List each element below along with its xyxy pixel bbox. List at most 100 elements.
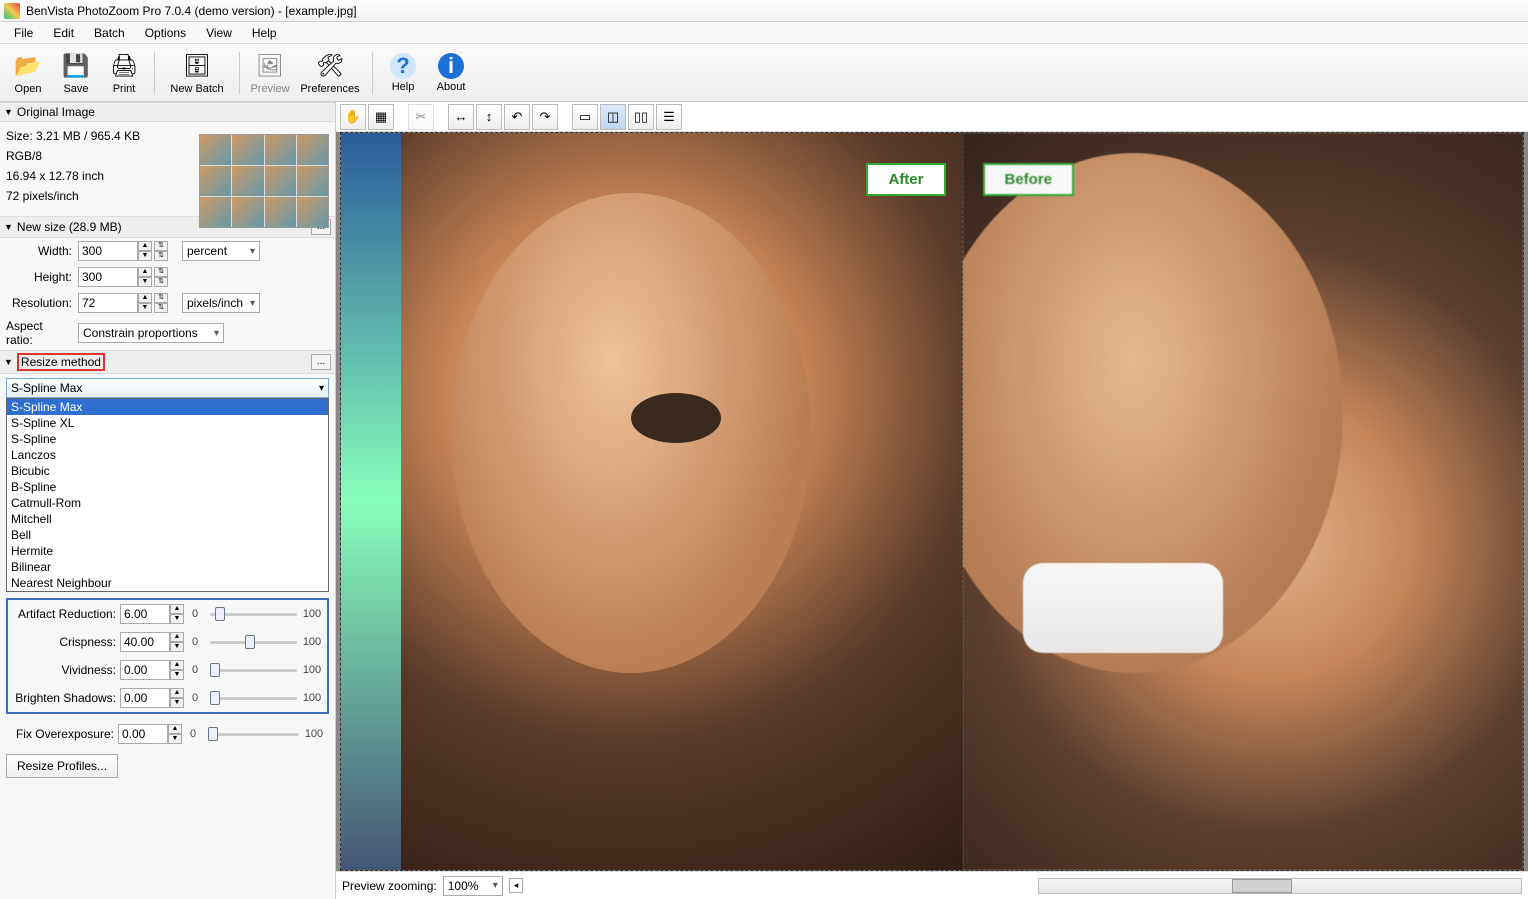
width-link-toggle[interactable]: ⇅⇅ xyxy=(154,241,168,261)
resize-method-option[interactable]: Nearest Neighbour xyxy=(7,575,328,591)
view-single-button[interactable]: ▭ xyxy=(572,104,598,130)
resize-method-option[interactable]: Lanczos xyxy=(7,447,328,463)
original-image-header[interactable]: ▼ Original Image xyxy=(0,102,335,122)
toolbar-separator xyxy=(372,52,373,94)
resize-method-option[interactable]: Mitchell xyxy=(7,511,328,527)
print-icon: 🖨 xyxy=(109,51,139,81)
before-badge: Before xyxy=(983,163,1075,196)
resize-method-option[interactable]: Bicubic xyxy=(7,463,328,479)
resize-method-option[interactable]: Catmull-Rom xyxy=(7,495,328,511)
resize-method-option[interactable]: S-Spline xyxy=(7,431,328,447)
height-input[interactable] xyxy=(78,267,138,287)
fix-overexposure-slider[interactable] xyxy=(208,725,299,743)
resolution-unit-select[interactable]: pixels/inch xyxy=(182,293,260,313)
brighten-shadows-spinner[interactable]: ▲▼ xyxy=(170,688,184,708)
fix-overexposure-spinner[interactable]: ▲▼ xyxy=(168,724,182,744)
resize-method-combo[interactable]: S-Spline Max S-Spline MaxS-Spline XLS-Sp… xyxy=(6,378,329,592)
resize-method-dropdown[interactable]: S-Spline MaxS-Spline XLS-SplineLanczosBi… xyxy=(6,398,329,592)
menu-help[interactable]: Help xyxy=(242,24,287,42)
crispness-input[interactable] xyxy=(120,632,170,652)
about-button[interactable]: iAbout xyxy=(427,46,475,100)
menu-edit[interactable]: Edit xyxy=(43,24,84,42)
hand-tool-button[interactable]: ✋ xyxy=(340,104,366,130)
preview-before[interactable]: Before xyxy=(963,133,1524,870)
right-panel: ✋ ▦ ✂ ↔ ↕ ↶ ↷ ▭ ◫ ▯▯ ☰ After xyxy=(336,102,1528,899)
collapse-icon: ▼ xyxy=(4,357,13,367)
fix-overexposure-input[interactable] xyxy=(118,724,168,744)
resize-method-options-button[interactable]: ... xyxy=(311,354,331,370)
height-link-toggle[interactable]: ⇅⇅ xyxy=(154,267,168,287)
main-toolbar: 📂Open 💾Save 🖨Print 🗄New Batch 🖼Preview 🛠… xyxy=(0,44,1528,102)
info-icon: i xyxy=(438,53,464,79)
menu-options[interactable]: Options xyxy=(135,24,196,42)
preview-after[interactable]: After xyxy=(401,133,963,870)
size-unit-select[interactable]: percent xyxy=(182,241,260,261)
crispness-slider[interactable] xyxy=(210,633,297,651)
new-batch-button[interactable]: 🗄New Batch xyxy=(161,46,233,100)
brighten-shadows-input[interactable] xyxy=(120,688,170,708)
menu-file[interactable]: File xyxy=(4,24,43,42)
preview-zoom-select[interactable]: 100% xyxy=(443,876,503,896)
aspect-ratio-select[interactable]: Constrain proportions xyxy=(78,323,224,343)
flip-horizontal-button[interactable]: ↔ xyxy=(448,104,474,130)
help-icon: ? xyxy=(390,53,416,79)
resolution-link-toggle[interactable]: ⇅⇅ xyxy=(154,293,168,313)
width-spinner[interactable]: ▲▼ xyxy=(138,241,152,261)
crispness-spinner[interactable]: ▲▼ xyxy=(170,632,184,652)
fix-overexposure-label: Fix Overexposure: xyxy=(10,727,118,741)
thumbnail[interactable] xyxy=(199,134,329,228)
folder-open-icon: 📂 xyxy=(13,51,43,81)
resize-method-option[interactable]: S-Spline XL xyxy=(7,415,328,431)
resolution-input[interactable] xyxy=(78,293,138,313)
resolution-spinner[interactable]: ▲▼ xyxy=(138,293,152,313)
width-input[interactable] xyxy=(78,241,138,261)
height-spinner[interactable]: ▲▼ xyxy=(138,267,152,287)
artifact-reduction-input[interactable] xyxy=(120,604,170,624)
view-side-by-side-button[interactable]: ▯▯ xyxy=(628,104,654,130)
menu-view[interactable]: View xyxy=(196,24,242,42)
preview-zoom-label: Preview zooming: xyxy=(342,879,437,893)
artifact-reduction-label: Artifact Reduction: xyxy=(12,607,120,621)
resize-method-option[interactable]: S-Spline Max xyxy=(7,399,328,415)
vividness-slider[interactable] xyxy=(210,661,297,679)
resize-method-option[interactable]: Bilinear xyxy=(7,559,328,575)
brighten-shadows-slider[interactable] xyxy=(210,689,297,707)
help-button[interactable]: ?Help xyxy=(379,46,427,100)
preferences-button[interactable]: 🛠Preferences xyxy=(294,46,366,100)
preview-icon: 🖼 xyxy=(255,51,285,81)
horizontal-scrollbar[interactable] xyxy=(1038,878,1522,894)
rotate-left-button[interactable]: ↶ xyxy=(504,104,530,130)
resize-method-option[interactable]: Hermite xyxy=(7,543,328,559)
resize-method-option[interactable]: B-Spline xyxy=(7,479,328,495)
view-split-button[interactable]: ◫ xyxy=(600,104,626,130)
artifact-reduction-slider[interactable] xyxy=(210,605,297,623)
toolbar-separator xyxy=(154,52,155,94)
save-icon: 💾 xyxy=(61,51,91,81)
resize-method-header[interactable]: ▼ Resize method ... xyxy=(0,350,335,374)
view-stacked-button[interactable]: ☰ xyxy=(656,104,682,130)
open-button[interactable]: 📂Open xyxy=(4,46,52,100)
marquee-tool-button[interactable]: ▦ xyxy=(368,104,394,130)
save-button[interactable]: 💾Save xyxy=(52,46,100,100)
collapse-icon: ▼ xyxy=(4,222,13,232)
print-button[interactable]: 🖨Print xyxy=(100,46,148,100)
zoom-history-button[interactable]: ◂ xyxy=(509,878,524,893)
resize-method-selected[interactable]: S-Spline Max xyxy=(6,378,329,398)
vividness-spinner[interactable]: ▲▼ xyxy=(170,660,184,680)
crispness-label: Crispness: xyxy=(12,635,120,649)
menu-bar: File Edit Batch Options View Help xyxy=(0,22,1528,44)
resolution-label: Resolution: xyxy=(6,296,78,310)
rotate-right-button[interactable]: ↷ xyxy=(532,104,558,130)
flip-vertical-button[interactable]: ↕ xyxy=(476,104,502,130)
menu-batch[interactable]: Batch xyxy=(84,24,135,42)
width-label: Width: xyxy=(6,244,78,258)
preview-area[interactable]: After Before xyxy=(336,132,1528,871)
resize-method-label: Resize method xyxy=(17,353,105,371)
vividness-input[interactable] xyxy=(120,660,170,680)
resize-method-option[interactable]: Bell xyxy=(7,527,328,543)
artifact-reduction-spinner[interactable]: ▲▼ xyxy=(170,604,184,624)
after-badge: After xyxy=(866,163,945,196)
toolbar-separator xyxy=(239,52,240,94)
navigator-strip[interactable] xyxy=(341,133,401,870)
resize-profiles-button[interactable]: Resize Profiles... xyxy=(6,754,118,778)
